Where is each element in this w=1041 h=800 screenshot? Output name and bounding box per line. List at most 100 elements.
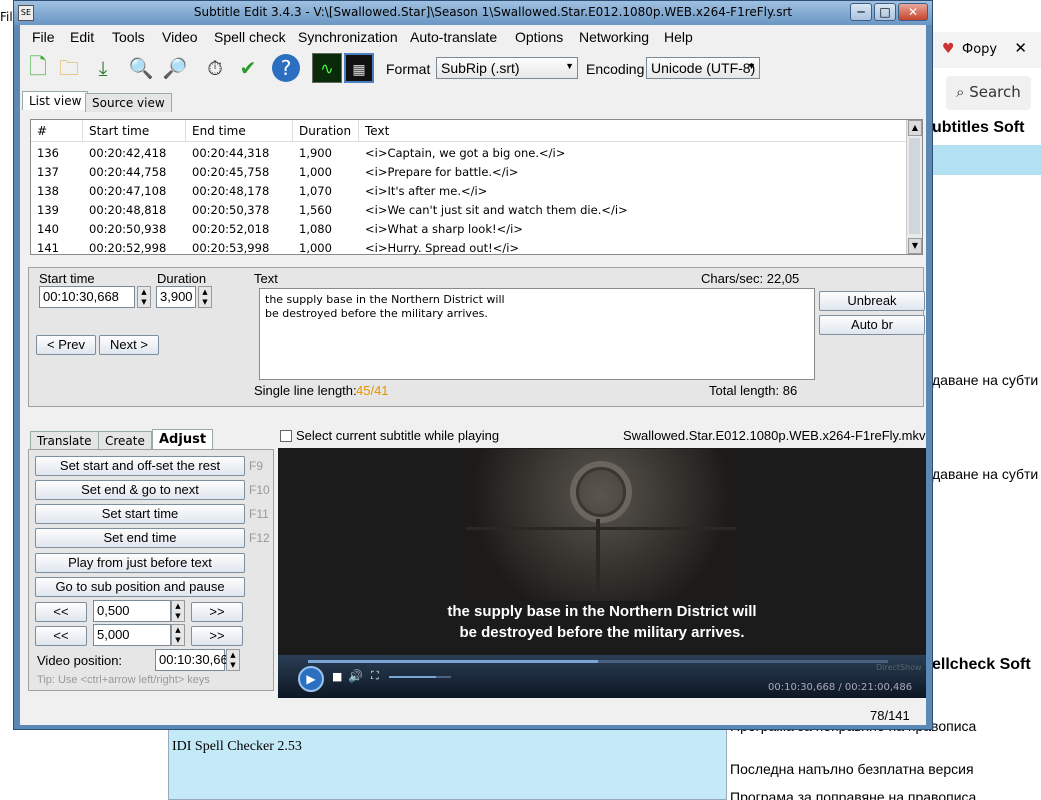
browser-search[interactable]: ⌕ Search	[946, 76, 1031, 110]
tip-text: Tip: Use <ctrl+arrow left/right> keys	[37, 674, 210, 686]
cell-dur: 1,080	[299, 222, 332, 236]
unbreak-button[interactable]: Unbreak	[819, 291, 925, 311]
sync-clock-icon[interactable]: ⏱	[200, 53, 230, 83]
tab-adjust[interactable]: Adjust	[152, 429, 214, 449]
download-icon[interactable]: ⤓	[88, 53, 118, 83]
format-value: SubRip (.srt)	[441, 60, 520, 76]
minimize-button[interactable]: ─	[850, 3, 872, 21]
cell-dur: 1,000	[299, 241, 332, 255]
go-to-sub-button[interactable]: Go to sub position and pause	[35, 577, 245, 597]
chevron-down-icon: ▼	[747, 61, 756, 71]
col-header-start[interactable]: Start time	[83, 120, 186, 142]
play-icon[interactable]: ▶	[298, 666, 324, 692]
step-small-spinner[interactable]: ▲ ▼	[171, 600, 185, 622]
format-select[interactable]: SubRip (.srt) ▼	[436, 57, 578, 79]
subtitle-text-area[interactable]: the supply base in the Northern District…	[259, 288, 815, 380]
step-large-spinner[interactable]: ▲ ▼	[171, 624, 185, 646]
encoding-select[interactable]: Unicode (UTF-8) ▼	[646, 57, 760, 79]
prev-button[interactable]: < Prev	[36, 335, 96, 355]
open-folder-icon[interactable]: 🗀	[54, 53, 84, 83]
close-tab-icon[interactable]: ✕	[1014, 39, 1027, 57]
step-small-input[interactable]: 0,500	[93, 600, 171, 622]
bg-row-text3: Програма за поправяне на правописа	[730, 789, 977, 800]
title-bar[interactable]: SE Subtitle Edit 3.4.3 - V:\[Swallowed.S…	[14, 1, 932, 25]
video-position-input[interactable]: 00:10:30,668	[155, 649, 235, 671]
directshow-label: DirectShow	[876, 663, 922, 672]
video-film-icon[interactable]: ▦	[344, 53, 374, 83]
step-back-large-button[interactable]: <<	[35, 626, 87, 646]
cell-number: 140	[37, 222, 59, 236]
col-header-duration[interactable]: Duration	[293, 120, 359, 142]
menu-file[interactable]: File	[32, 29, 55, 45]
spellcheck-check-icon[interactable]: ✔	[233, 53, 263, 83]
col-header-end[interactable]: End time	[186, 120, 293, 142]
video-player[interactable]: the supply base in the Northern District…	[278, 448, 926, 698]
menu-options[interactable]: Options	[515, 29, 563, 45]
seek-bar[interactable]	[308, 660, 888, 663]
text-label: Text	[254, 271, 278, 286]
menu-edit[interactable]: Edit	[70, 29, 94, 45]
video-subtitle-line2: be destroyed before the military arrives…	[459, 624, 745, 641]
bg-band	[930, 145, 1041, 175]
start-time-spinner[interactable]: ▲ ▼	[137, 286, 151, 308]
edit-panel: Start time Duration 00:10:30,668 ▲ ▼ 3,90…	[28, 267, 925, 407]
play-before-text-button[interactable]: Play from just before text	[35, 553, 245, 573]
cell-text: <i>It's after me.</i>	[365, 184, 488, 198]
table-row[interactable]: 138 00:20:47,108 00:20:48,178 1,070 <i>It's …	[31, 182, 904, 201]
cell-text: <i>We can't just sit and watch them die.…	[365, 203, 628, 217]
volume-icon[interactable]: 🔊	[348, 669, 363, 683]
close-button[interactable]: ✕	[898, 3, 928, 21]
set-start-time-button[interactable]: Set start time	[35, 504, 245, 524]
browser-tab[interactable]: ♥ Фору ✕	[931, 32, 1041, 68]
start-time-input[interactable]: 00:10:30,668	[39, 286, 135, 308]
new-file-icon[interactable]: 🗋	[23, 53, 53, 83]
cell-end: 00:20:48,178	[192, 184, 270, 198]
set-end-time-button[interactable]: Set end time	[35, 528, 245, 548]
list-scrollbar[interactable]: ▲ ▼	[906, 120, 922, 254]
set-start-offset-button[interactable]: Set start and off-set the rest	[35, 456, 245, 476]
find-icon[interactable]: 🔍	[126, 53, 156, 83]
menu-help[interactable]: Help	[664, 29, 693, 45]
help-icon[interactable]: ?	[272, 54, 300, 82]
chars-per-sec: Chars/sec: 22,05	[701, 271, 800, 286]
table-row[interactable]: 139 00:20:48,818 00:20:50,378 1,560 <i>We ca…	[31, 201, 904, 220]
fullscreen-icon[interactable]: ⛶	[371, 669, 379, 683]
col-header-text[interactable]: Text	[359, 120, 907, 142]
volume-bar[interactable]	[389, 676, 451, 678]
stop-icon[interactable]: ■	[332, 670, 342, 683]
select-while-playing-checkbox[interactable]	[280, 430, 292, 442]
auto-br-button[interactable]: Auto br	[819, 315, 925, 335]
menu-spell-check[interactable]: Spell check	[214, 29, 286, 45]
tab-create[interactable]: Create	[98, 431, 152, 450]
menu-synchronization[interactable]: Synchronization	[298, 29, 398, 45]
scroll-thumb[interactable]	[909, 138, 920, 234]
scroll-down-icon[interactable]: ▼	[908, 238, 922, 254]
replace-icon[interactable]: 🔎	[160, 53, 190, 83]
col-header-number[interactable]: #	[31, 120, 83, 142]
menu-networking[interactable]: Networking	[579, 29, 649, 45]
step-fwd-small-button[interactable]: >>	[191, 602, 243, 622]
menu-video[interactable]: Video	[162, 29, 198, 45]
menu-tools[interactable]: Tools	[112, 29, 145, 45]
table-row[interactable]: 140 00:20:50,938 00:20:52,018 1,080 <i>What …	[31, 220, 904, 239]
waveform-icon[interactable]: ∿	[312, 53, 342, 83]
set-end-next-button[interactable]: Set end & go to next	[35, 480, 245, 500]
scroll-up-icon[interactable]: ▲	[908, 120, 922, 136]
tab-source-view[interactable]: Source view	[85, 93, 172, 112]
table-row[interactable]: 137 00:20:44,758 00:20:45,758 1,000 <i>Prepa…	[31, 163, 904, 182]
duration-spinner[interactable]: ▲ ▼	[198, 286, 212, 308]
table-row[interactable]: 141 00:20:52,998 00:20:53,998 1,000 <i>Hurry…	[31, 239, 904, 258]
table-row[interactable]: 136 00:20:42,418 00:20:44,318 1,900 <i>Capta…	[31, 144, 904, 163]
subtitle-list[interactable]: # Start time End time Duration Text 136 0…	[30, 119, 923, 255]
maximize-button[interactable]: □	[874, 3, 896, 21]
video-position-spinner[interactable]: ▲ ▼	[226, 649, 240, 671]
menu-auto-translate[interactable]: Auto-translate	[410, 29, 497, 45]
single-line-length-label: Single line length:	[254, 383, 357, 398]
duration-input[interactable]: 3,900	[156, 286, 196, 308]
tab-translate[interactable]: Translate	[30, 431, 99, 450]
step-back-small-button[interactable]: <<	[35, 602, 87, 622]
step-fwd-large-button[interactable]: >>	[191, 626, 243, 646]
step-large-input[interactable]: 5,000	[93, 624, 171, 646]
tab-list-view[interactable]: List view	[22, 91, 89, 110]
next-button[interactable]: Next >	[99, 335, 159, 355]
